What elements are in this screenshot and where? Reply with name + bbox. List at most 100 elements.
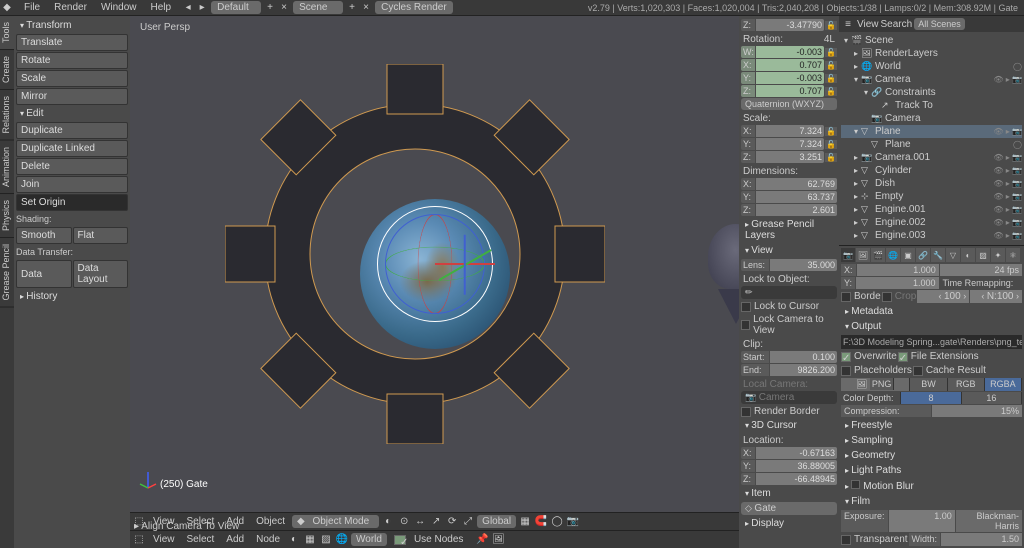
expand-icon[interactable]: ▸ [851, 218, 861, 227]
tab-material-icon[interactable]: ◐ [961, 248, 975, 262]
vtab-animation[interactable]: Animation [0, 141, 14, 194]
mirror-button[interactable]: Mirror [16, 88, 128, 105]
cursor-z[interactable]: -66.48945 [756, 473, 837, 485]
lock-cursor-check[interactable]: Lock to Cursor [741, 300, 837, 313]
transparent-check[interactable]: Transparent [841, 533, 908, 546]
tab-data-icon[interactable]: ▽ [946, 248, 960, 262]
fileext-check[interactable]: ✓File Extensions [898, 350, 979, 363]
tab-world-icon[interactable]: 🌐 [886, 248, 900, 262]
layers-icon[interactable]: ▦ [518, 515, 532, 529]
outliner-item-camera-001[interactable]: ▸📷Camera.001👁 ▸ 📷 [841, 151, 1022, 164]
fwd-icon[interactable]: ▸ [195, 1, 209, 15]
lens-field[interactable]: 35.000 [770, 259, 837, 271]
film-panel[interactable]: Film [841, 494, 1022, 509]
proportional-icon[interactable]: ◯ [550, 515, 564, 529]
aspect-x[interactable]: 1.000 [857, 264, 939, 276]
outliner-item-renderlayers[interactable]: ▸🖼RenderLayers [841, 47, 1022, 60]
lockobj-field[interactable]: ✏ [741, 286, 837, 299]
use-nodes-check[interactable]: ✓Use Nodes [389, 532, 473, 547]
scale-x[interactable]: 7.324 [756, 125, 824, 137]
expand-icon[interactable]: ▾ [861, 88, 871, 97]
bw-button[interactable]: BW [910, 378, 947, 391]
outliner-search[interactable]: Search [881, 19, 913, 30]
depth-16[interactable]: 16 [962, 392, 1022, 404]
snap-icon[interactable]: 🧲 [534, 515, 548, 529]
vtab-tools[interactable]: Tools [0, 16, 14, 50]
join-button[interactable]: Join [16, 176, 128, 193]
outliner-item-scene[interactable]: ▾🎬Scene [841, 34, 1022, 47]
manip-translate-icon[interactable]: ↗ [429, 515, 443, 529]
expand-icon[interactable]: ▾ [851, 75, 861, 84]
rot-y[interactable]: -0.003 [756, 72, 824, 84]
tab-object-icon[interactable]: ▣ [901, 248, 915, 262]
3d-viewport[interactable]: User Persp [130, 16, 739, 512]
add-scene-icon[interactable]: + [345, 1, 359, 15]
new-field[interactable]: ‹ N:100 › [970, 290, 1022, 303]
rgba-button[interactable]: RGBA [985, 378, 1022, 391]
fps-field[interactable]: 24 fps [940, 264, 1022, 276]
expand-icon[interactable]: ▸ [851, 153, 861, 162]
expand-icon[interactable]: ▾ [851, 127, 861, 136]
loc-z[interactable]: -3.47790 [756, 19, 824, 31]
outliner-item-camera[interactable]: 📷Camera [841, 112, 1022, 125]
rgb-button[interactable]: RGB [948, 378, 985, 391]
outliner-item-plane[interactable]: ▽Plane◯ [841, 138, 1022, 151]
shading-icon[interactable]: ◐ [381, 515, 395, 529]
exposure-field[interactable]: 1.00 [889, 510, 955, 532]
outliner-item-engine-003[interactable]: ▸▽Engine.003👁 ▸ 📷 [841, 229, 1022, 242]
manip-scale-icon[interactable]: ⤢ [461, 515, 475, 529]
render-border-check[interactable]: Render Border [741, 405, 837, 418]
back-icon[interactable]: ◂ [181, 1, 195, 15]
outliner-item-constraints[interactable]: ▾🔗Constraints [841, 86, 1022, 99]
vtab-create[interactable]: Create [0, 50, 14, 90]
pixel-filter-dropdown[interactable]: Blackman-Harris [956, 510, 1022, 532]
outliner-item-engine-002[interactable]: ▸▽Engine.002👁 ▸ 📷 [841, 216, 1022, 229]
placeholders-check[interactable]: Placeholders [841, 364, 912, 377]
scene-dropdown[interactable]: Scene [293, 1, 343, 14]
output-panel[interactable]: Output [841, 319, 1022, 334]
motionblur-panel[interactable]: Motion Blur [841, 478, 1022, 494]
menu-render[interactable]: Render [48, 1, 93, 14]
menu-window[interactable]: Window [95, 1, 143, 14]
panel-edit[interactable]: Edit [16, 106, 128, 121]
scale-z[interactable]: 3.251 [756, 151, 824, 163]
scale-y[interactable]: 7.324 [756, 138, 824, 150]
scale-button[interactable]: Scale [16, 70, 128, 87]
tab-modifier-icon[interactable]: 🔧 [931, 248, 945, 262]
orient-dropdown[interactable]: Global [477, 515, 516, 528]
freestyle-panel[interactable]: Freestyle [841, 418, 1022, 433]
del-layout-icon[interactable]: × [277, 1, 291, 15]
vtab-relations[interactable]: Relations [0, 90, 14, 141]
clip-start[interactable]: 0.100 [770, 351, 837, 363]
add-layout-icon[interactable]: + [263, 1, 277, 15]
data-layout-button[interactable]: Data Layout [73, 260, 129, 288]
outliner-item-empty[interactable]: ▸⊹Empty👁 ▸ 📷 [841, 190, 1022, 203]
ne-view[interactable]: View [148, 533, 180, 546]
gp-panel[interactable]: Grease Pencil Layers [741, 217, 837, 243]
render-preview-icon[interactable]: 📷 [566, 515, 580, 529]
outliner-item-world[interactable]: ▸🌐World◯ [841, 60, 1022, 73]
vp-object[interactable]: Object [251, 515, 290, 528]
duplicate-button[interactable]: Duplicate [16, 122, 128, 139]
layout-dropdown[interactable]: Default [211, 1, 261, 14]
mode-dropdown[interactable]: ◆ Object Mode [292, 515, 379, 528]
rot-x[interactable]: 0.707 [756, 59, 824, 71]
outliner-view[interactable]: View [857, 19, 879, 30]
manip-toggle-icon[interactable]: ↔ [413, 515, 427, 529]
smooth-button[interactable]: Smooth [16, 227, 72, 244]
outliner-item-track-to[interactable]: ↗Track To [841, 99, 1022, 112]
sampling-panel[interactable]: Sampling [841, 433, 1022, 448]
tab-particle-icon[interactable]: ✦ [991, 248, 1005, 262]
expand-icon[interactable]: ▸ [851, 192, 861, 201]
world-icon[interactable]: 🌐 [335, 533, 349, 547]
format-dropdown[interactable]: 🖼 PNG [841, 378, 910, 391]
old-field[interactable]: ‹ 100 › [917, 290, 969, 303]
depth-8[interactable]: 8 [901, 392, 961, 404]
outliner-item-dish[interactable]: ▸▽Dish👁 ▸ 📷 [841, 177, 1022, 190]
dim-z[interactable]: 2.601 [756, 204, 837, 216]
rotate-button[interactable]: Rotate [16, 52, 128, 69]
rot-z[interactable]: 0.707 [756, 85, 824, 97]
tab-layers-icon[interactable]: 🖼 [856, 248, 870, 262]
item-name-field[interactable]: ◇ Gate [741, 502, 837, 515]
engine-dropdown[interactable]: Cycles Render [375, 1, 453, 14]
